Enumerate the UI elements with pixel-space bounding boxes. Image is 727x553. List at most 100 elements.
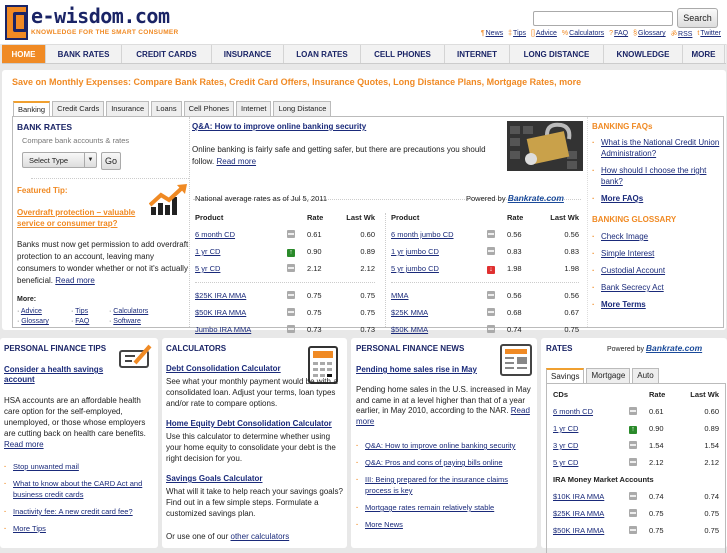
- nav-insurance[interactable]: INSURANCE: [212, 45, 284, 63]
- toplink-label[interactable]: Calculators: [569, 30, 604, 37]
- more-link-faq[interactable]: · FAQ: [71, 318, 109, 325]
- product-link[interactable]: $50K MMA: [391, 325, 428, 334]
- tip-link[interactable]: What to know about the CARD Act and busi…: [13, 479, 142, 499]
- product-link[interactable]: Jumbo IRA MMA: [195, 325, 251, 334]
- product-link[interactable]: 5 yr CD: [195, 264, 220, 273]
- news-link[interactable]: Q&A: Pros and cons of paying bills onlin…: [365, 458, 503, 467]
- product-link[interactable]: $10K IRA MMA: [553, 492, 604, 501]
- toplink-rss[interactable]: ॐRSS: [671, 30, 693, 39]
- tab-insurance[interactable]: Insurance: [106, 101, 150, 116]
- calculator-link[interactable]: Debt Consolidation Calculator: [166, 364, 281, 373]
- tip-link[interactable]: Inactivity fee: A new credit card fee?: [13, 507, 133, 516]
- tab-credit-cards[interactable]: Credit Cards: [52, 101, 105, 116]
- calculator-link[interactable]: Savings Goals Calculator: [166, 474, 262, 483]
- product-link[interactable]: 6 month CD: [553, 407, 593, 416]
- toplink-advice[interactable]: []Advice: [531, 30, 557, 39]
- more-link-label[interactable]: FAQ: [75, 318, 89, 325]
- list-link[interactable]: What is the National Credit Union Admini…: [601, 138, 719, 158]
- more-link-label[interactable]: Glossary: [21, 318, 49, 325]
- select-type-dropdown[interactable]: Select Type ▼: [22, 152, 97, 168]
- tip-link[interactable]: Stop unwanted mail: [13, 462, 79, 471]
- tab-internet[interactable]: Internet: [236, 101, 272, 116]
- featured-tip-link[interactable]: Overdraft protection – valuable service …: [17, 208, 142, 229]
- news-link[interactable]: Q&A: How to improve online banking secur…: [365, 441, 516, 450]
- nav-home[interactable]: HOME: [2, 45, 46, 63]
- news-headline-link[interactable]: Pending home sales rise in May: [356, 365, 477, 374]
- more-link[interactable]: More FAQs: [601, 194, 643, 203]
- calculator-link[interactable]: Home Equity Debt Consolidation Calculato…: [166, 419, 332, 428]
- product-link[interactable]: $25K IRA MMA: [195, 291, 246, 300]
- product-link[interactable]: $50K IRA MMA: [553, 526, 604, 535]
- logo-name[interactable]: e-wisdom.com: [31, 4, 170, 28]
- news-link[interactable]: III: Being prepared for the insurance cl…: [365, 475, 508, 495]
- nav-credit-cards[interactable]: CREDIT CARDS: [122, 45, 212, 63]
- more-link-label[interactable]: Calculators: [113, 308, 148, 315]
- search-button[interactable]: Search: [677, 8, 718, 28]
- product-link[interactable]: $25K IRA MMA: [553, 509, 604, 518]
- toplink-label[interactable]: FAQ: [614, 30, 628, 37]
- bankrate-logo[interactable]: Bankrate.com: [646, 343, 702, 353]
- nav-internet[interactable]: INTERNET: [445, 45, 510, 63]
- more-link-software[interactable]: · Software: [109, 318, 169, 325]
- nav-long-distance[interactable]: LONG DISTANCE: [510, 45, 604, 63]
- toplink-label[interactable]: News: [486, 30, 504, 37]
- more-link[interactable]: More Terms: [601, 300, 646, 309]
- nav-more[interactable]: MORE: [683, 45, 725, 63]
- toplink-label[interactable]: Tips: [513, 30, 526, 37]
- list-link[interactable]: How should I choose the right bank?: [601, 166, 706, 186]
- more-link-label[interactable]: Advice: [21, 308, 42, 315]
- product-link[interactable]: 1 yr CD: [195, 247, 220, 256]
- more-link-label[interactable]: Tips: [75, 308, 88, 315]
- list-link[interactable]: Custodial Account: [601, 266, 665, 275]
- list-link[interactable]: Bank Secrecy Act: [601, 283, 664, 292]
- list-link[interactable]: Check Image: [601, 232, 648, 241]
- toplink-label[interactable]: RSS: [678, 31, 692, 38]
- search-input[interactable]: [533, 11, 673, 26]
- tips-read-more-link[interactable]: Read more: [4, 440, 44, 449]
- news-link[interactable]: Mortgage rates remain relatively stable: [365, 503, 494, 512]
- more-link-label[interactable]: Software: [113, 318, 141, 325]
- tab-loans[interactable]: Loans: [151, 101, 182, 116]
- tab-cell-phones[interactable]: Cell Phones: [183, 101, 235, 116]
- go-button[interactable]: Go: [101, 152, 121, 170]
- article-read-more-link[interactable]: Read more: [216, 157, 256, 166]
- product-link[interactable]: 3 yr CD: [553, 441, 578, 450]
- more-link-glossary[interactable]: · Glossary: [17, 318, 71, 325]
- article-title-link[interactable]: Q&A: How to improve online banking secur…: [192, 122, 366, 131]
- nav-bank-rates[interactable]: BANK RATES: [46, 45, 122, 63]
- tab-banking[interactable]: Banking: [13, 101, 51, 117]
- toplink-twitter[interactable]: tTwitter: [697, 30, 721, 39]
- more-link-advice[interactable]: · Advice: [17, 308, 71, 315]
- rates-tab-savings[interactable]: Savings: [546, 368, 585, 383]
- product-link[interactable]: 1 yr jumbo CD: [391, 247, 439, 256]
- nav-cell-phones[interactable]: CELL PHONES: [361, 45, 445, 63]
- rates-tab-mortgage[interactable]: Mortgage: [586, 368, 631, 383]
- nav-loan-rates[interactable]: LOAN RATES: [284, 45, 361, 63]
- product-link[interactable]: 5 yr jumbo CD: [391, 264, 439, 273]
- toplink-label[interactable]: Glossary: [638, 30, 666, 37]
- bankrate-logo[interactable]: Bankrate.com: [508, 193, 564, 203]
- tip-link[interactable]: More Tips: [13, 524, 46, 533]
- product-link[interactable]: $25K MMA: [391, 308, 428, 317]
- tips-headline-link[interactable]: Consider a health savings account: [4, 365, 114, 385]
- more-link-tips[interactable]: · Tips: [71, 308, 109, 315]
- toplink-label[interactable]: Twitter: [700, 30, 721, 37]
- product-link[interactable]: 1 yr CD: [553, 424, 578, 433]
- product-link[interactable]: 6 month CD: [195, 230, 235, 239]
- list-link[interactable]: Simple Interest: [601, 249, 654, 258]
- more-link-calculators[interactable]: · Calculators: [109, 308, 169, 315]
- product-link[interactable]: 6 month jumbo CD: [391, 230, 454, 239]
- other-calculators-link[interactable]: other calculators: [231, 532, 290, 541]
- toplink-glossary[interactable]: §Glossary: [633, 30, 666, 39]
- logo-icon[interactable]: [5, 5, 28, 40]
- nav-knowledge[interactable]: KNOWLEDGE: [604, 45, 683, 63]
- rates-tab-auto[interactable]: Auto: [632, 368, 659, 383]
- toplink-tips[interactable]: ‡Tips: [508, 30, 526, 39]
- toplink-news[interactable]: ¶News: [481, 30, 503, 39]
- toplink-label[interactable]: Advice: [536, 30, 557, 37]
- product-link[interactable]: 5 yr CD: [553, 458, 578, 467]
- featured-read-more-link[interactable]: Read more: [55, 276, 95, 285]
- toplink-faq[interactable]: ?FAQ: [609, 30, 628, 39]
- toplink-calculators[interactable]: %Calculators: [562, 30, 604, 39]
- news-link[interactable]: More News: [365, 520, 403, 529]
